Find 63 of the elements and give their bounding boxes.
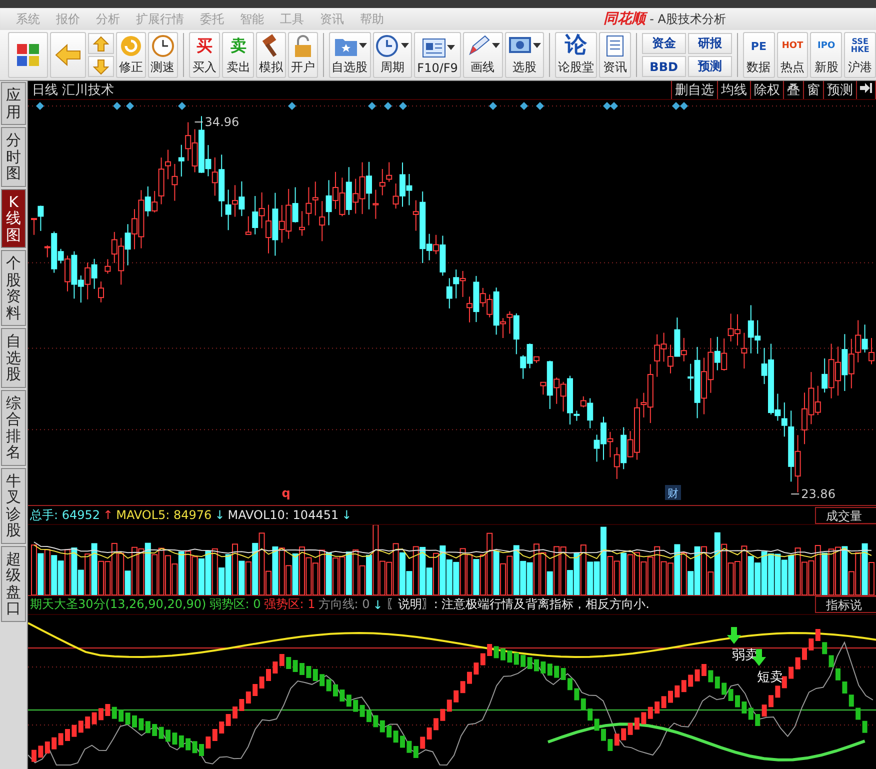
indicator-field: 方向线: 0 <box>318 596 370 614</box>
toolbar-icon: 卖 <box>225 34 252 58</box>
indicator-field: 〖说明〗: 注意极端行情及背离指标，相反方向小. <box>386 596 650 614</box>
toolbar-icon: 买 <box>192 34 218 58</box>
signal-label: 短卖 <box>757 670 783 685</box>
toolbar-button[interactable]: 画线 <box>462 32 503 78</box>
toolbar-button[interactable]: 卖 卖出 <box>222 32 254 78</box>
side-tab[interactable]: K线图 <box>1 188 26 248</box>
side-tab[interactable]: 牛叉诊股 <box>1 468 26 544</box>
volume-field: ↓ <box>342 508 352 522</box>
chart-option-button[interactable]: 删自选 <box>672 81 718 99</box>
volume-field: ↓ <box>214 508 225 522</box>
toolbar-icon: HOT <box>780 34 806 58</box>
toolbar-button[interactable]: 选股 <box>504 32 544 78</box>
indicator-field: ↓ <box>372 598 383 612</box>
toolbar-button[interactable]: 修正 <box>116 32 146 78</box>
toolbar-button[interactable]: SSE HKE 沪港 <box>844 32 876 78</box>
indicator-help-button[interactable]: 指标说 <box>815 596 876 614</box>
toolbar-icon: PE <box>746 34 772 58</box>
toolbar-button[interactable]: 模拟 <box>256 32 286 78</box>
volume-field: 总手: 64952 <box>30 506 100 524</box>
high-price-label: 34.96 <box>194 115 240 129</box>
toolbar-button[interactable]: F10/F9 <box>414 32 461 78</box>
toolbar-button[interactable]: 测速 <box>148 32 178 78</box>
volume-field: ↑ <box>103 508 114 522</box>
toolbar-button[interactable]: HOT 热点 <box>776 32 808 78</box>
toolbar-button[interactable]: 买 买入 <box>188 32 220 78</box>
indicator-field: 弱势区: 0 <box>209 596 261 614</box>
toolbar-button[interactable]: 周期 <box>372 32 412 78</box>
app-logo: 同花顺 <box>604 10 646 28</box>
toolbar-icon: SSE HKE <box>847 34 874 58</box>
window-title: - A股技术分析 <box>650 10 726 28</box>
stock-name: 汇川技术 <box>62 82 114 99</box>
toolbar-button[interactable]: 开户 <box>288 32 318 78</box>
volume-field: MAVOL10: 104451 <box>228 508 339 522</box>
event-marker[interactable]: q <box>282 486 290 500</box>
toolbar-icon: IPO <box>813 34 840 58</box>
side-tab[interactable]: 超级盘口 <box>1 546 26 622</box>
volume-button[interactable]: 成交量 <box>815 506 876 524</box>
side-tab[interactable]: 综合排名 <box>1 390 26 466</box>
toolbar-button[interactable]: 预测 <box>688 56 732 77</box>
indicator-field: 期天大圣30分(13,26,90,20,90) <box>30 596 206 614</box>
toolbar-button[interactable]: 资讯 <box>599 32 631 78</box>
chart-option-button[interactable]: 均线 <box>718 81 751 99</box>
chart-option-button[interactable]: 叠 <box>784 81 804 99</box>
side-tab[interactable]: 应用 <box>1 82 26 125</box>
side-tab[interactable]: 个股资料 <box>1 250 26 326</box>
volume-field: MAVOL5: 84976 <box>116 508 212 522</box>
toolbar-button[interactable]: 研报 <box>688 33 732 54</box>
toolbar-button[interactable]: 自选股 <box>328 32 371 78</box>
chart-option-button[interactable]: 预测 <box>824 81 857 99</box>
toolbar-button[interactable]: 论 论股堂 <box>555 32 598 78</box>
low-price-label: 23.86 <box>790 487 836 501</box>
side-tab[interactable]: 分时图 <box>1 127 26 186</box>
chart-period: 日线 <box>32 82 58 99</box>
indicator-field: 强势区: 1 <box>264 596 316 614</box>
toolbar-button[interactable]: PE 数据 <box>742 32 775 78</box>
side-tab[interactable]: 自选股 <box>1 328 26 388</box>
toolbar-button[interactable]: BBD <box>642 56 686 77</box>
event-marker[interactable]: 财 <box>665 485 681 500</box>
toolbar-button[interactable]: 资金 <box>642 33 686 54</box>
toolbar-button[interactable]: IPO 新股 <box>810 32 842 78</box>
toolbar-icon: 论 <box>563 34 590 58</box>
